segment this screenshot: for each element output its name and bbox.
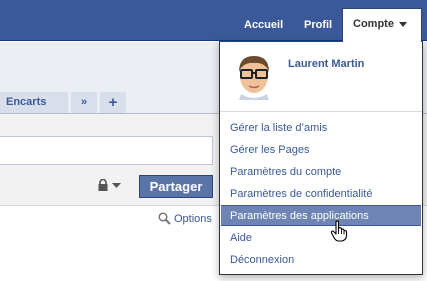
menu-item-pages[interactable]: Gérer les Pages [221,140,421,161]
tab-encarts[interactable]: Encarts [0,92,68,113]
options-link[interactable]: Options [158,212,212,228]
add-tab-button[interactable]: + [100,92,126,113]
profile-name[interactable]: Laurent Martin [288,58,364,70]
avatar[interactable] [229,50,279,100]
account-menu-label: Compte [353,18,394,30]
nav-profil-link[interactable]: Profil [304,0,332,40]
menu-item-privacy-settings[interactable]: Paramètres de confidentialité [221,184,421,205]
menu-item-friends-list[interactable]: Gérer la liste d’amis [221,118,421,139]
chevron-down-icon [398,21,407,27]
profile-header[interactable]: Laurent Martin [220,42,422,111]
lock-icon[interactable] [97,179,109,191]
menu-item-help[interactable]: Aide [221,228,421,249]
privacy-chevron-icon[interactable] [112,183,121,189]
menu-item-account-settings[interactable]: Paramètres du compte [221,162,421,183]
menu-item-app-settings[interactable]: Paramètres des applications [221,205,421,226]
menu-divider [220,111,422,112]
magnifier-icon [158,212,171,225]
more-tabs-button[interactable]: » [71,92,97,113]
share-button[interactable]: Partager [139,175,213,198]
hand-cursor-icon [330,220,348,242]
nav-accueil-link[interactable]: Accueil [244,0,283,40]
account-dropdown-menu: Laurent Martin Gérer la liste d’amis Gér… [219,41,423,275]
account-menu-button[interactable]: Compte [342,8,422,42]
status-input[interactable] [0,136,213,165]
options-label: Options [174,213,212,225]
menu-item-logout[interactable]: Déconnexion [221,250,421,271]
